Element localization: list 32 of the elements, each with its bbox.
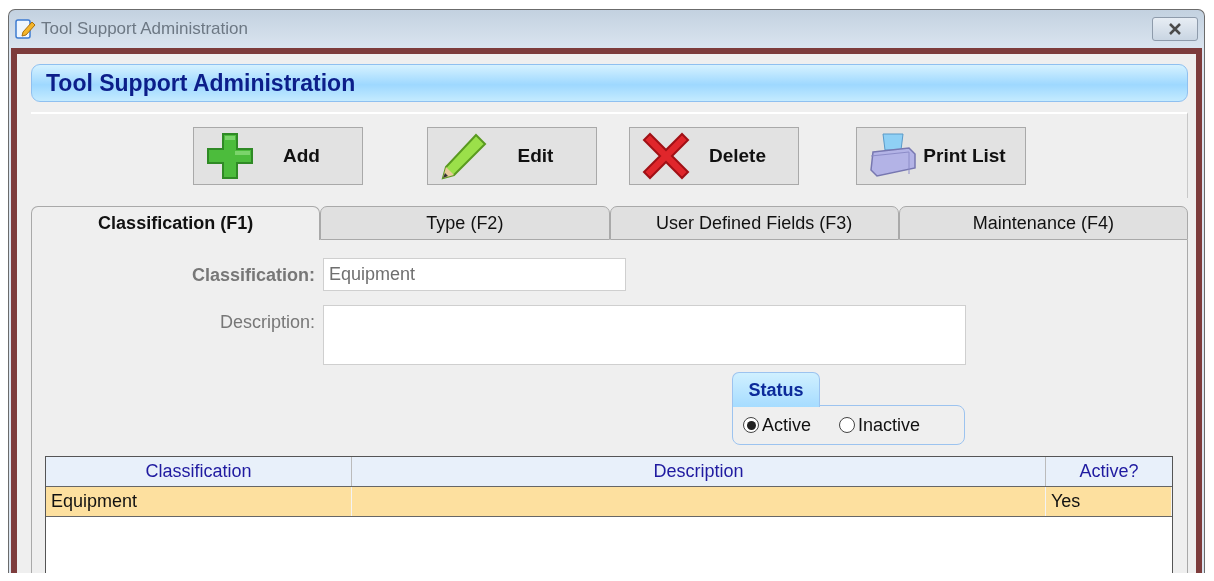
column-header[interactable]: Description: [352, 457, 1046, 486]
description-field[interactable]: [323, 305, 966, 365]
classification-field[interactable]: Equipment: [323, 258, 626, 291]
radio-button[interactable]: [839, 417, 856, 433]
header-title: Tool Support Administration: [46, 69, 356, 97]
delete-button[interactable]: Delete: [628, 127, 799, 185]
printer-icon: [868, 132, 917, 180]
edit-button[interactable]: Edit: [426, 127, 597, 185]
plus-icon: [205, 132, 254, 180]
tab[interactable]: Classification (F1): [31, 206, 321, 240]
tab[interactable]: User Defined Fields (F3): [609, 206, 899, 240]
pencil-icon: [439, 132, 488, 180]
notepad-pencil-icon: [14, 18, 36, 40]
description-label: Description:: [218, 311, 315, 333]
radio-button[interactable]: [743, 417, 759, 433]
close-icon: [1167, 23, 1183, 35]
add-button[interactable]: Add: [192, 127, 363, 185]
close-button[interactable]: [1152, 17, 1198, 41]
table-cell: Equipment: [46, 487, 352, 516]
column-header[interactable]: Active?: [1046, 457, 1172, 486]
radio-option[interactable]: Inactive: [839, 414, 921, 436]
print-list-button[interactable]: Print List: [855, 127, 1026, 185]
tab[interactable]: Maintenance (F4): [898, 206, 1188, 240]
radio-option[interactable]: Active: [743, 414, 812, 436]
status-tab-header: Status: [732, 372, 820, 407]
column-header[interactable]: Classification: [46, 457, 352, 486]
table-row[interactable]: Equipment Yes: [46, 487, 1172, 517]
window-title: Tool Support Administration: [41, 19, 249, 39]
cross-icon: [641, 132, 690, 180]
table-cell: Yes: [1046, 487, 1172, 516]
tab[interactable]: Type (F2): [320, 206, 610, 240]
classification-label: Classification:: [190, 264, 315, 286]
